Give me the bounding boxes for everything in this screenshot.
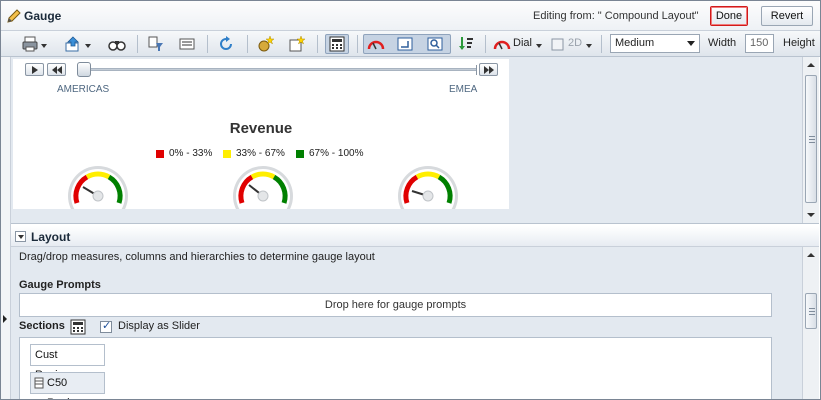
legend-label-high: 67% - 100% (309, 148, 364, 159)
display-as-slider-checkbox[interactable] (100, 319, 112, 333)
height-label: Height (783, 37, 815, 49)
sort-icon[interactable] (457, 35, 475, 53)
preview-binoculars-icon[interactable] (108, 35, 126, 53)
rewind-icon (52, 66, 62, 74)
expand-panel-icon[interactable] (1, 307, 10, 331)
toolbar-separator (485, 35, 486, 53)
slider-start-label: AMERICAS (57, 84, 110, 95)
play-icon (32, 66, 38, 74)
scrollbar-thumb[interactable] (805, 75, 817, 203)
layout-section-header[interactable]: Layout (11, 226, 819, 247)
new-item-icon[interactable] (288, 35, 306, 53)
print-dropdown-icon[interactable] (41, 44, 47, 48)
toolbar-separator (207, 35, 208, 53)
zoom-view-icon[interactable] (426, 36, 444, 52)
chart-title: Revenue (229, 120, 293, 137)
width-input[interactable]: 150 (745, 34, 774, 53)
scrollbar-grip (809, 311, 815, 312)
toolbar-separator (137, 35, 138, 53)
scrollbar-grip (809, 308, 815, 309)
section-item-cust-regions[interactable]: Cust Regions (30, 344, 105, 381)
gauge-type-label[interactable]: Dial (513, 37, 532, 49)
section-item-c50-region[interactable]: C50 Region (30, 372, 105, 399)
toolbar-separator (601, 35, 602, 53)
legend-swatch-yellow (223, 150, 231, 158)
slider-previous-button[interactable] (47, 63, 66, 76)
layout-hint-text: Drag/drop measures, columns and hierarch… (19, 251, 375, 263)
collapse-icon[interactable] (15, 231, 26, 242)
scrollbar-thumb[interactable] (805, 293, 817, 329)
scrollbar-grip (809, 142, 815, 143)
done-button[interactable]: Done (710, 6, 748, 26)
slider-track[interactable] (77, 68, 477, 71)
gauge-view-icon[interactable] (367, 36, 385, 52)
filter-icon[interactable] (147, 35, 165, 53)
gauge-prompts-label: Gauge Prompts (19, 279, 101, 291)
column-icon (34, 377, 44, 389)
gauge-prompts-drop-zone[interactable]: Drop here for gauge prompts (19, 293, 772, 317)
left-panel-bar (1, 57, 11, 399)
dimension-label[interactable]: 2D (568, 37, 582, 49)
scrollbar-grip (809, 136, 815, 137)
view-mode-group (363, 34, 451, 54)
legend-label-mid: 33% - 67% (236, 148, 285, 159)
dial-icon[interactable] (493, 35, 511, 53)
display-as-slider-label: Display as Slider (118, 320, 200, 332)
gauge-dial-2 (233, 166, 293, 209)
toolbar-separator (247, 35, 248, 53)
export-icon[interactable] (64, 35, 82, 53)
slider-next-button[interactable] (479, 63, 498, 76)
title-bar: Gauge Editing from: " Compound Layout" D… (1, 1, 820, 31)
layout-view-icon[interactable] (396, 36, 414, 52)
layout-panel: Drag/drop measures, columns and hierarch… (11, 247, 819, 399)
gauge-type-dropdown-icon[interactable] (536, 44, 542, 48)
width-label: Width (708, 37, 737, 49)
toolbar-separator (357, 35, 358, 53)
size-select-value: Medium (615, 37, 655, 49)
layout-scrollbar[interactable] (802, 247, 819, 399)
new-view-icon[interactable] (257, 35, 275, 53)
gauge-editor-window: Gauge Editing from: " Compound Layout" D… (0, 0, 821, 400)
editing-from-text: Editing from: " Compound Layout" (533, 10, 699, 22)
slider-tick (476, 65, 477, 75)
preview-area: AMERICAS EMEA Revenue 0% - 33% 33% - 67%… (11, 57, 819, 224)
pencil-icon (7, 9, 21, 23)
dimension-dropdown-icon[interactable] (586, 44, 592, 48)
dimension-icon[interactable] (551, 35, 565, 53)
gauge-preview: AMERICAS EMEA Revenue 0% - 33% 33% - 67%… (13, 59, 509, 209)
toolbar: Dial 2D Medium Width 150 Height (1, 31, 820, 57)
toolbar-separator (317, 35, 318, 53)
scroll-down-icon[interactable] (807, 213, 815, 217)
legend-swatch-green (296, 150, 304, 158)
scroll-up-icon[interactable] (807, 253, 815, 257)
slider-thumb[interactable] (77, 62, 91, 77)
refresh-icon[interactable] (217, 35, 235, 53)
gauge-dial-3 (398, 166, 458, 209)
sections-drop-zone[interactable]: Cust Regions C50 Region (19, 337, 772, 399)
fast-forward-icon (484, 66, 494, 74)
revert-button[interactable]: Revert (761, 6, 813, 26)
legend-swatch-red (156, 150, 164, 158)
scrollbar-grip (809, 314, 815, 315)
chevron-down-icon (687, 41, 695, 46)
slider-end-label: EMEA (449, 84, 478, 95)
print-icon[interactable] (21, 35, 39, 53)
gauge-dial-1 (68, 166, 128, 209)
legend-label-low: 0% - 33% (169, 148, 213, 159)
preview-scrollbar[interactable] (802, 57, 819, 223)
view-title: Gauge (24, 9, 62, 23)
slider-play-button[interactable] (25, 63, 44, 76)
export-dropdown-icon[interactable] (85, 44, 91, 48)
scrollbar-grip (809, 139, 815, 140)
section-item-label: C50 Region (47, 377, 82, 399)
scroll-up-icon[interactable] (807, 63, 815, 67)
calculator-button[interactable] (325, 34, 349, 54)
size-select[interactable]: Medium (610, 34, 700, 53)
sections-label: Sections (19, 320, 65, 332)
properties-icon[interactable] (178, 35, 196, 53)
sections-calculator-icon[interactable] (70, 319, 86, 335)
layout-section-title: Layout (31, 230, 71, 244)
calculator-icon (329, 36, 345, 52)
